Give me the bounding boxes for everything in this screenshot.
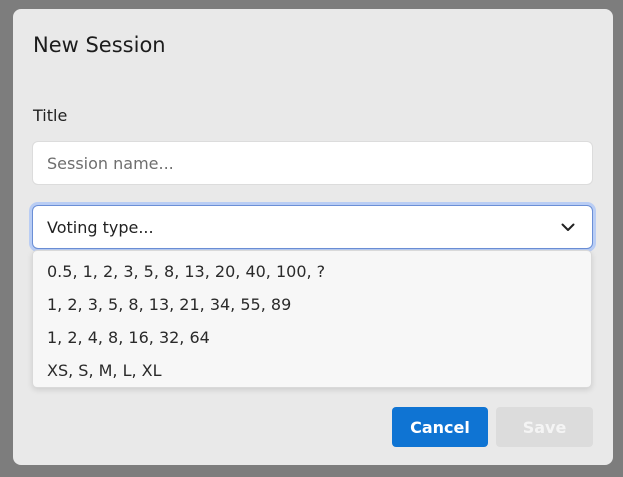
voting-option[interactable]: 0.5, 1, 2, 3, 5, 8, 13, 20, 40, 100, ? [33,255,591,288]
voting-option[interactable]: 1, 2, 4, 8, 16, 32, 64 [33,321,591,354]
dialog-title: New Session [33,33,166,57]
session-name-input[interactable] [32,141,593,185]
voting-type-value: Voting type... [47,217,154,237]
chevron-down-icon [558,217,578,237]
voting-type-options: 0.5, 1, 2, 3, 5, 8, 13, 20, 40, 100, ? 1… [32,250,592,388]
new-session-dialog: New Session Title Voting type... 0.5, 1,… [13,9,613,465]
cancel-button[interactable]: Cancel [392,407,488,447]
save-button[interactable]: Save [496,407,593,447]
title-field-label: Title [33,106,68,125]
voting-option[interactable]: XS, S, M, L, XL [33,354,591,387]
voting-option[interactable]: 1, 2, 3, 5, 8, 13, 21, 34, 55, 89 [33,288,591,321]
voting-type-select[interactable]: Voting type... [32,205,593,249]
